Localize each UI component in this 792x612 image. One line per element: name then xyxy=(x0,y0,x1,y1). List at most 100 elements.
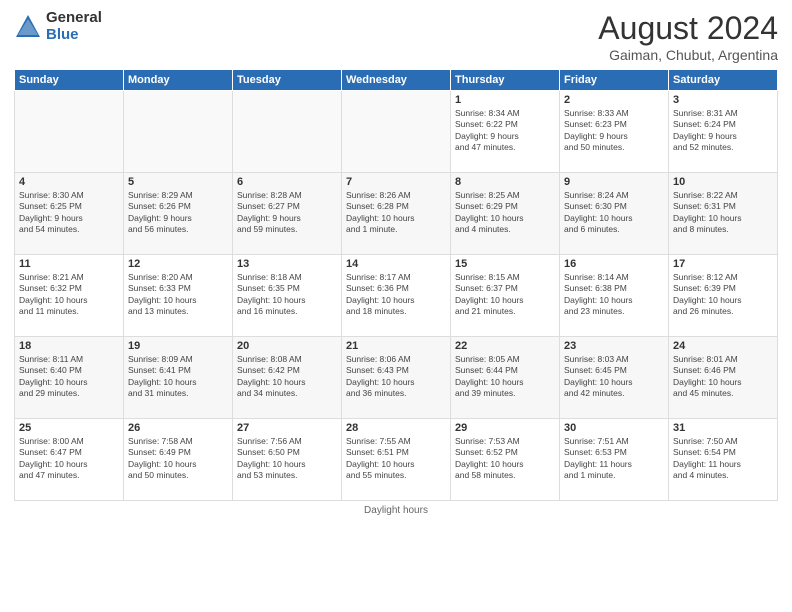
day-number: 27 xyxy=(237,422,337,434)
calendar-cell-34: 31 Sunrise: 7:50 AM Sunset: 6:54 PM Dayli… xyxy=(669,419,778,501)
day-info: Sunrise: 7:51 AM Sunset: 6:53 PM Dayligh… xyxy=(564,436,664,482)
calendar-header-row: SundayMondayTuesdayWednesdayThursdayFrid… xyxy=(15,70,778,91)
calendar-cell-25: 22Sunrise: 8:05 AM Sunset: 6:44 PM Dayli… xyxy=(451,337,560,419)
day-info: Sunrise: 8:00 AM Sunset: 6:47 PM Dayligh… xyxy=(19,436,119,482)
day-info: Sunrise: 7:58 AM Sunset: 6:49 PM Dayligh… xyxy=(128,436,228,482)
calendar-cell-23: 20Sunrise: 8:08 AM Sunset: 6:42 PM Dayli… xyxy=(233,337,342,419)
day-number: 1 xyxy=(455,94,555,106)
day-info: Sunrise: 8:17 AM Sunset: 6:36 PM Dayligh… xyxy=(346,272,446,318)
day-info: Sunrise: 8:33 AM Sunset: 6:23 PM Dayligh… xyxy=(564,108,664,154)
day-info: Sunrise: 8:03 AM Sunset: 6:45 PM Dayligh… xyxy=(564,354,664,400)
logo-blue-text: Blue xyxy=(46,27,102,44)
day-number: 16 xyxy=(564,258,664,270)
calendar-cell-17: 14 Sunrise: 8:17 AM Sunset: 6:36 PM Dayli… xyxy=(342,255,451,337)
day-number: 15 xyxy=(455,258,555,270)
calendar-cell-2 xyxy=(233,91,342,173)
day-info: Sunrise: 8:22 AM Sunset: 6:31 PM Dayligh… xyxy=(673,190,773,236)
calendar-week-1: 1 Sunrise: 8:34 AM Sunset: 6:22 PM Daylig… xyxy=(15,91,778,173)
day-info: Sunrise: 8:29 AM Sunset: 6:26 PM Dayligh… xyxy=(128,190,228,236)
calendar-cell-14: 11 Sunrise: 8:21 AM Sunset: 6:32 PM Dayli… xyxy=(15,255,124,337)
calendar-week-3: 11 Sunrise: 8:21 AM Sunset: 6:32 PM Dayli… xyxy=(15,255,778,337)
day-number: 2 xyxy=(564,94,664,106)
logo-general-text: General xyxy=(46,10,102,27)
day-info: Sunrise: 8:14 AM Sunset: 6:38 PM Dayligh… xyxy=(564,272,664,318)
day-number: 25 xyxy=(19,422,119,434)
calendar-cell-26: 23Sunrise: 8:03 AM Sunset: 6:45 PM Dayli… xyxy=(560,337,669,419)
calendar-cell-22: 19 Sunrise: 8:09 AM Sunset: 6:41 PM Dayli… xyxy=(124,337,233,419)
day-number: 20 xyxy=(237,340,337,352)
calendar-cell-7: 4 Sunrise: 8:30 AM Sunset: 6:25 PM Daylig… xyxy=(15,173,124,255)
day-number: 24 xyxy=(673,340,773,352)
calendar-header-sunday: Sunday xyxy=(15,70,124,91)
calendar: SundayMondayTuesdayWednesdayThursdayFrid… xyxy=(14,69,778,501)
calendar-cell-0 xyxy=(15,91,124,173)
calendar-cell-28: 25 Sunrise: 8:00 AM Sunset: 6:47 PM Dayli… xyxy=(15,419,124,501)
calendar-cell-9: 6 Sunrise: 8:28 AM Sunset: 6:27 PM Daylig… xyxy=(233,173,342,255)
day-info: Sunrise: 8:28 AM Sunset: 6:27 PM Dayligh… xyxy=(237,190,337,236)
calendar-cell-31: 28Sunrise: 7:55 AM Sunset: 6:51 PM Dayli… xyxy=(342,419,451,501)
day-number: 22 xyxy=(455,340,555,352)
day-number: 21 xyxy=(346,340,446,352)
calendar-header-thursday: Thursday xyxy=(451,70,560,91)
day-number: 26 xyxy=(128,422,228,434)
calendar-cell-29: 26 Sunrise: 7:58 AM Sunset: 6:49 PM Dayli… xyxy=(124,419,233,501)
calendar-cell-11: 8Sunrise: 8:25 AM Sunset: 6:29 PM Daylig… xyxy=(451,173,560,255)
calendar-cell-20: 17 Sunrise: 8:12 AM Sunset: 6:39 PM Dayli… xyxy=(669,255,778,337)
day-number: 10 xyxy=(673,176,773,188)
title-block: August 2024 Gaiman, Chubut, Argentina xyxy=(598,10,778,63)
header: General Blue August 2024 Gaiman, Chubut,… xyxy=(14,10,778,63)
day-number: 31 xyxy=(673,422,773,434)
day-info: Sunrise: 8:34 AM Sunset: 6:22 PM Dayligh… xyxy=(455,108,555,154)
calendar-header-saturday: Saturday xyxy=(669,70,778,91)
location: Gaiman, Chubut, Argentina xyxy=(598,47,778,63)
day-info: Sunrise: 8:26 AM Sunset: 6:28 PM Dayligh… xyxy=(346,190,446,236)
day-number: 11 xyxy=(19,258,119,270)
day-info: Sunrise: 8:11 AM Sunset: 6:40 PM Dayligh… xyxy=(19,354,119,400)
calendar-header-friday: Friday xyxy=(560,70,669,91)
month-year: August 2024 xyxy=(598,10,778,47)
calendar-cell-33: 30 Sunrise: 7:51 AM Sunset: 6:53 PM Dayli… xyxy=(560,419,669,501)
day-number: 29 xyxy=(455,422,555,434)
calendar-cell-19: 16 Sunrise: 8:14 AM Sunset: 6:38 PM Dayli… xyxy=(560,255,669,337)
calendar-header-monday: Monday xyxy=(124,70,233,91)
calendar-week-2: 4 Sunrise: 8:30 AM Sunset: 6:25 PM Daylig… xyxy=(15,173,778,255)
calendar-cell-15: 12Sunrise: 8:20 AM Sunset: 6:33 PM Dayli… xyxy=(124,255,233,337)
day-number: 18 xyxy=(19,340,119,352)
day-info: Sunrise: 8:30 AM Sunset: 6:25 PM Dayligh… xyxy=(19,190,119,236)
day-info: Sunrise: 7:55 AM Sunset: 6:51 PM Dayligh… xyxy=(346,436,446,482)
calendar-cell-30: 27 Sunrise: 7:56 AM Sunset: 6:50 PM Dayli… xyxy=(233,419,342,501)
day-info: Sunrise: 8:21 AM Sunset: 6:32 PM Dayligh… xyxy=(19,272,119,318)
day-info: Sunrise: 8:31 AM Sunset: 6:24 PM Dayligh… xyxy=(673,108,773,154)
day-info: Sunrise: 8:15 AM Sunset: 6:37 PM Dayligh… xyxy=(455,272,555,318)
day-number: 6 xyxy=(237,176,337,188)
day-number: 13 xyxy=(237,258,337,270)
day-info: Sunrise: 8:25 AM Sunset: 6:29 PM Dayligh… xyxy=(455,190,555,236)
footer-note: Daylight hours xyxy=(14,505,778,516)
calendar-cell-4: 1 Sunrise: 8:34 AM Sunset: 6:22 PM Daylig… xyxy=(451,91,560,173)
day-info: Sunrise: 8:09 AM Sunset: 6:41 PM Dayligh… xyxy=(128,354,228,400)
day-number: 7 xyxy=(346,176,446,188)
day-info: Sunrise: 8:18 AM Sunset: 6:35 PM Dayligh… xyxy=(237,272,337,318)
calendar-cell-16: 13 Sunrise: 8:18 AM Sunset: 6:35 PM Dayli… xyxy=(233,255,342,337)
day-info: Sunrise: 7:56 AM Sunset: 6:50 PM Dayligh… xyxy=(237,436,337,482)
calendar-cell-5: 2 Sunrise: 8:33 AM Sunset: 6:23 PM Daylig… xyxy=(560,91,669,173)
day-number: 12 xyxy=(128,258,228,270)
day-number: 30 xyxy=(564,422,664,434)
calendar-cell-32: 29 Sunrise: 7:53 AM Sunset: 6:52 PM Dayli… xyxy=(451,419,560,501)
day-info: Sunrise: 8:06 AM Sunset: 6:43 PM Dayligh… xyxy=(346,354,446,400)
day-number: 19 xyxy=(128,340,228,352)
day-info: Sunrise: 8:24 AM Sunset: 6:30 PM Dayligh… xyxy=(564,190,664,236)
day-info: Sunrise: 7:53 AM Sunset: 6:52 PM Dayligh… xyxy=(455,436,555,482)
calendar-week-4: 18 Sunrise: 8:11 AM Sunset: 6:40 PM Dayli… xyxy=(15,337,778,419)
day-info: Sunrise: 8:01 AM Sunset: 6:46 PM Dayligh… xyxy=(673,354,773,400)
day-info: Sunrise: 8:12 AM Sunset: 6:39 PM Dayligh… xyxy=(673,272,773,318)
calendar-cell-10: 7 Sunrise: 8:26 AM Sunset: 6:28 PM Daylig… xyxy=(342,173,451,255)
logo-text: General Blue xyxy=(46,10,102,43)
day-info: Sunrise: 7:50 AM Sunset: 6:54 PM Dayligh… xyxy=(673,436,773,482)
day-number: 17 xyxy=(673,258,773,270)
day-number: 4 xyxy=(19,176,119,188)
page-container: General Blue August 2024 Gaiman, Chubut,… xyxy=(0,0,792,526)
day-number: 5 xyxy=(128,176,228,188)
day-number: 14 xyxy=(346,258,446,270)
day-number: 3 xyxy=(673,94,773,106)
